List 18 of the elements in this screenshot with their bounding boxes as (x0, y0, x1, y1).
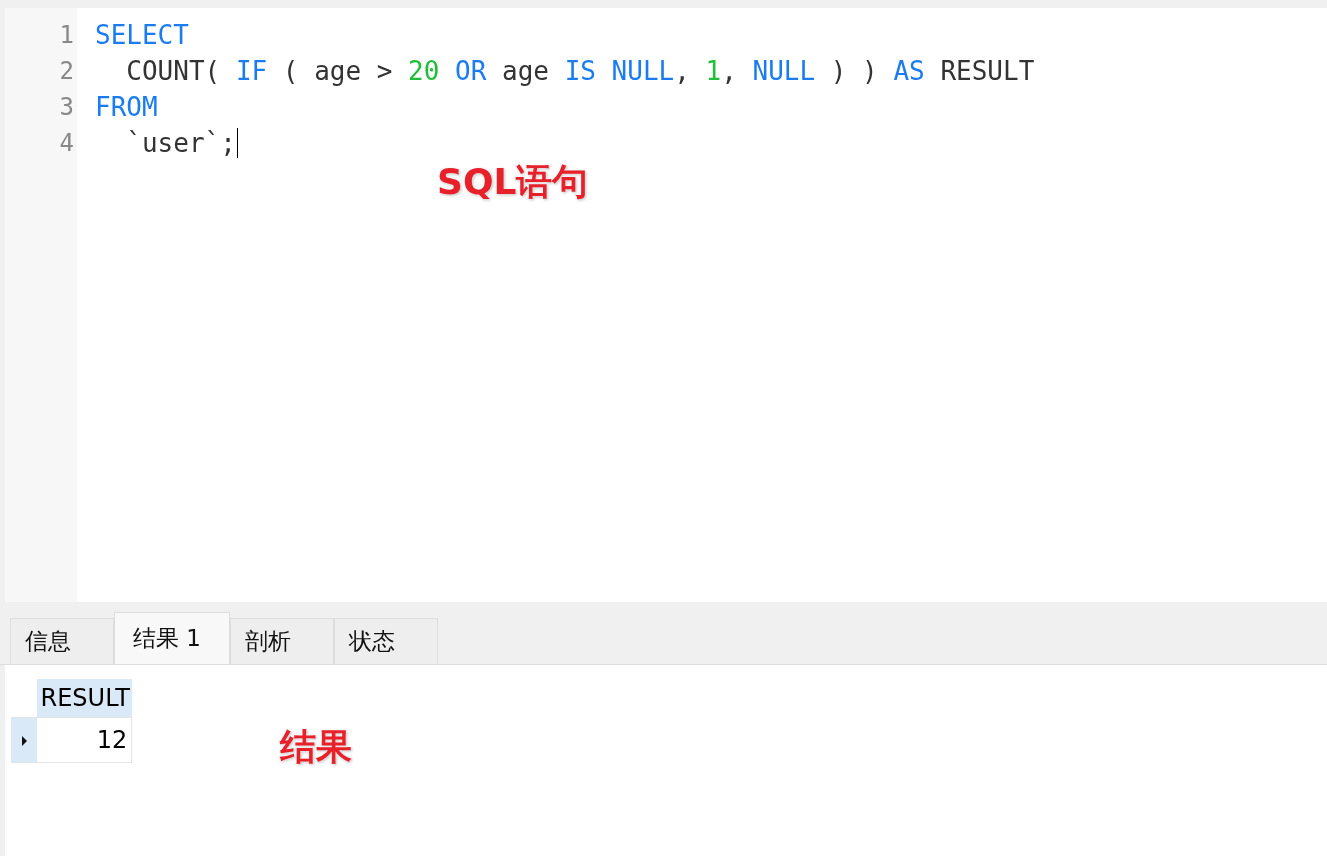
line-number: 4 (58, 128, 75, 159)
tab[interactable]: 结果 1 (114, 612, 230, 664)
tab[interactable]: 状态 (334, 618, 438, 664)
line-number: 2 (58, 56, 75, 87)
annotation-label: 结果 (280, 725, 352, 769)
tab[interactable]: 剖析 (230, 618, 334, 664)
annotation-label: SQL语句 (437, 160, 589, 204)
row-indicator[interactable] (11, 717, 37, 763)
code-line: `user`; (125, 127, 236, 160)
code-line: SELECT (95, 19, 189, 52)
tab[interactable]: 信息 (10, 618, 114, 664)
line-number: 3 (58, 92, 75, 123)
column-header[interactable]: RESULT (36, 679, 132, 718)
current-row-icon (21, 735, 27, 746)
line-number: 1 (58, 20, 75, 51)
code-line: COUNT( IF ( age > 20 OR age IS NULL, 1, NULL ) ) AS RESULT (125, 55, 1035, 88)
code-line: FROM (95, 91, 158, 124)
table-cell: 12 (36, 717, 132, 763)
